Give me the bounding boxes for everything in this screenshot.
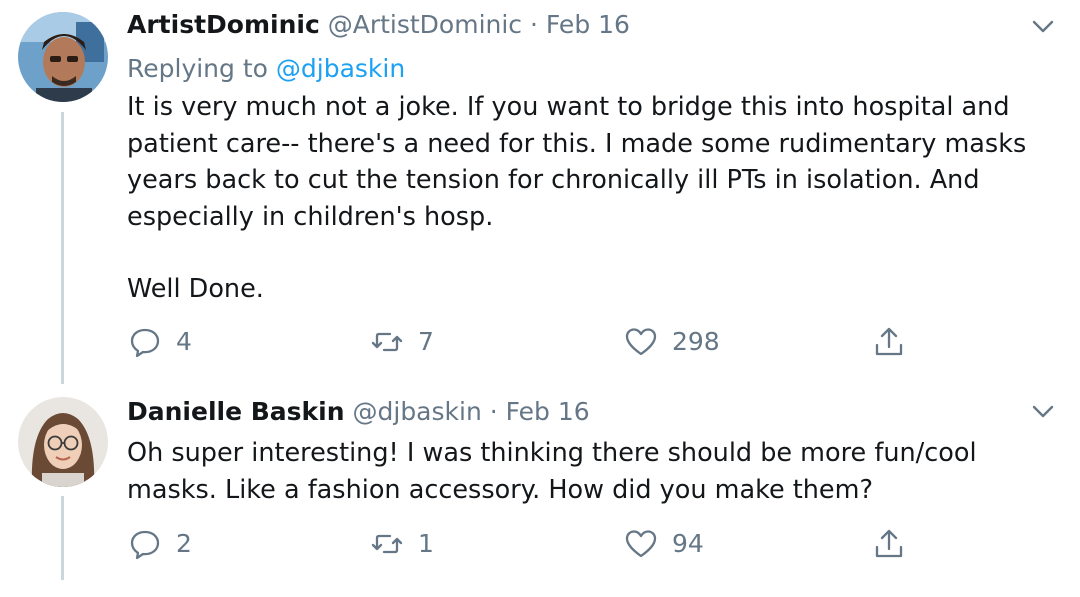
replying-to-label: Replying to xyxy=(127,54,268,83)
tweet-text-line: especially in children's hosp. xyxy=(127,201,494,232)
reply-icon xyxy=(130,530,160,560)
tweet-header: Danielle Baskin @djbaskin · Feb 16 xyxy=(127,397,590,426)
share-icon xyxy=(875,327,903,356)
tweet-text: Oh super interesting! I was thinking the… xyxy=(127,435,1057,508)
retweet-button[interactable]: 1 xyxy=(370,527,434,561)
tweet-artistdominic[interactable]: ArtistDominic @ArtistDominic · Feb 16 Re… xyxy=(0,0,1080,385)
chevron-down-icon[interactable] xyxy=(1028,16,1058,36)
tweet-text-line: patient care-- there's a need for this. … xyxy=(127,128,1027,159)
reply-icon xyxy=(130,328,160,358)
share-button[interactable] xyxy=(872,527,920,561)
tweet-date[interactable]: Feb 16 xyxy=(506,397,590,426)
like-count: 298 xyxy=(672,327,720,356)
avatar[interactable] xyxy=(18,12,108,102)
retweet-button[interactable]: 7 xyxy=(370,325,434,359)
meta-separator: · xyxy=(489,397,498,426)
like-button[interactable]: 298 xyxy=(624,325,720,359)
reply-count: 2 xyxy=(176,529,192,558)
tweet-text-line: It is very much not a joke. If you want … xyxy=(127,92,1010,122)
tweet-text: It is very much not a joke. If you want … xyxy=(127,89,1057,308)
retweet-icon xyxy=(371,332,403,352)
share-button[interactable] xyxy=(872,325,920,359)
like-icon xyxy=(625,530,657,558)
tweet-text-line: years back to cut the tension for chroni… xyxy=(127,165,980,195)
retweet-icon xyxy=(371,534,403,554)
avatar[interactable] xyxy=(18,397,108,487)
tweet-text-line: Well Done. xyxy=(127,274,264,304)
retweet-count: 1 xyxy=(418,529,434,558)
reply-count: 4 xyxy=(176,327,192,356)
like-count: 94 xyxy=(672,529,704,558)
reply-button[interactable]: 2 xyxy=(128,527,192,561)
author-handle[interactable]: @ArtistDominic xyxy=(328,10,522,39)
meta-separator: · xyxy=(530,10,538,39)
author-name[interactable]: Danielle Baskin xyxy=(127,397,345,426)
reply-button[interactable]: 4 xyxy=(128,325,192,359)
author-handle[interactable]: @djbaskin xyxy=(353,397,482,426)
author-name[interactable]: ArtistDominic xyxy=(127,10,320,39)
share-icon xyxy=(875,529,903,558)
replying-to-mention[interactable]: @djbaskin xyxy=(276,54,405,83)
chevron-down-icon[interactable] xyxy=(1028,401,1058,421)
tweet-danielle-baskin[interactable]: Danielle Baskin @djbaskin · Feb 16 Oh su… xyxy=(0,385,1080,597)
retweet-count: 7 xyxy=(418,327,434,356)
like-icon xyxy=(625,328,657,356)
tweet-text-line: masks. Like a fashion accessory. How did… xyxy=(127,474,873,505)
tweet-header: ArtistDominic @ArtistDominic · Feb 16 xyxy=(127,10,630,39)
tweet-text-line: Oh super interesting! I was thinking the… xyxy=(127,438,977,468)
like-button[interactable]: 94 xyxy=(624,527,704,561)
tweet-date[interactable]: Feb 16 xyxy=(546,10,630,39)
replying-to: Replying to @djbaskin xyxy=(127,54,405,83)
